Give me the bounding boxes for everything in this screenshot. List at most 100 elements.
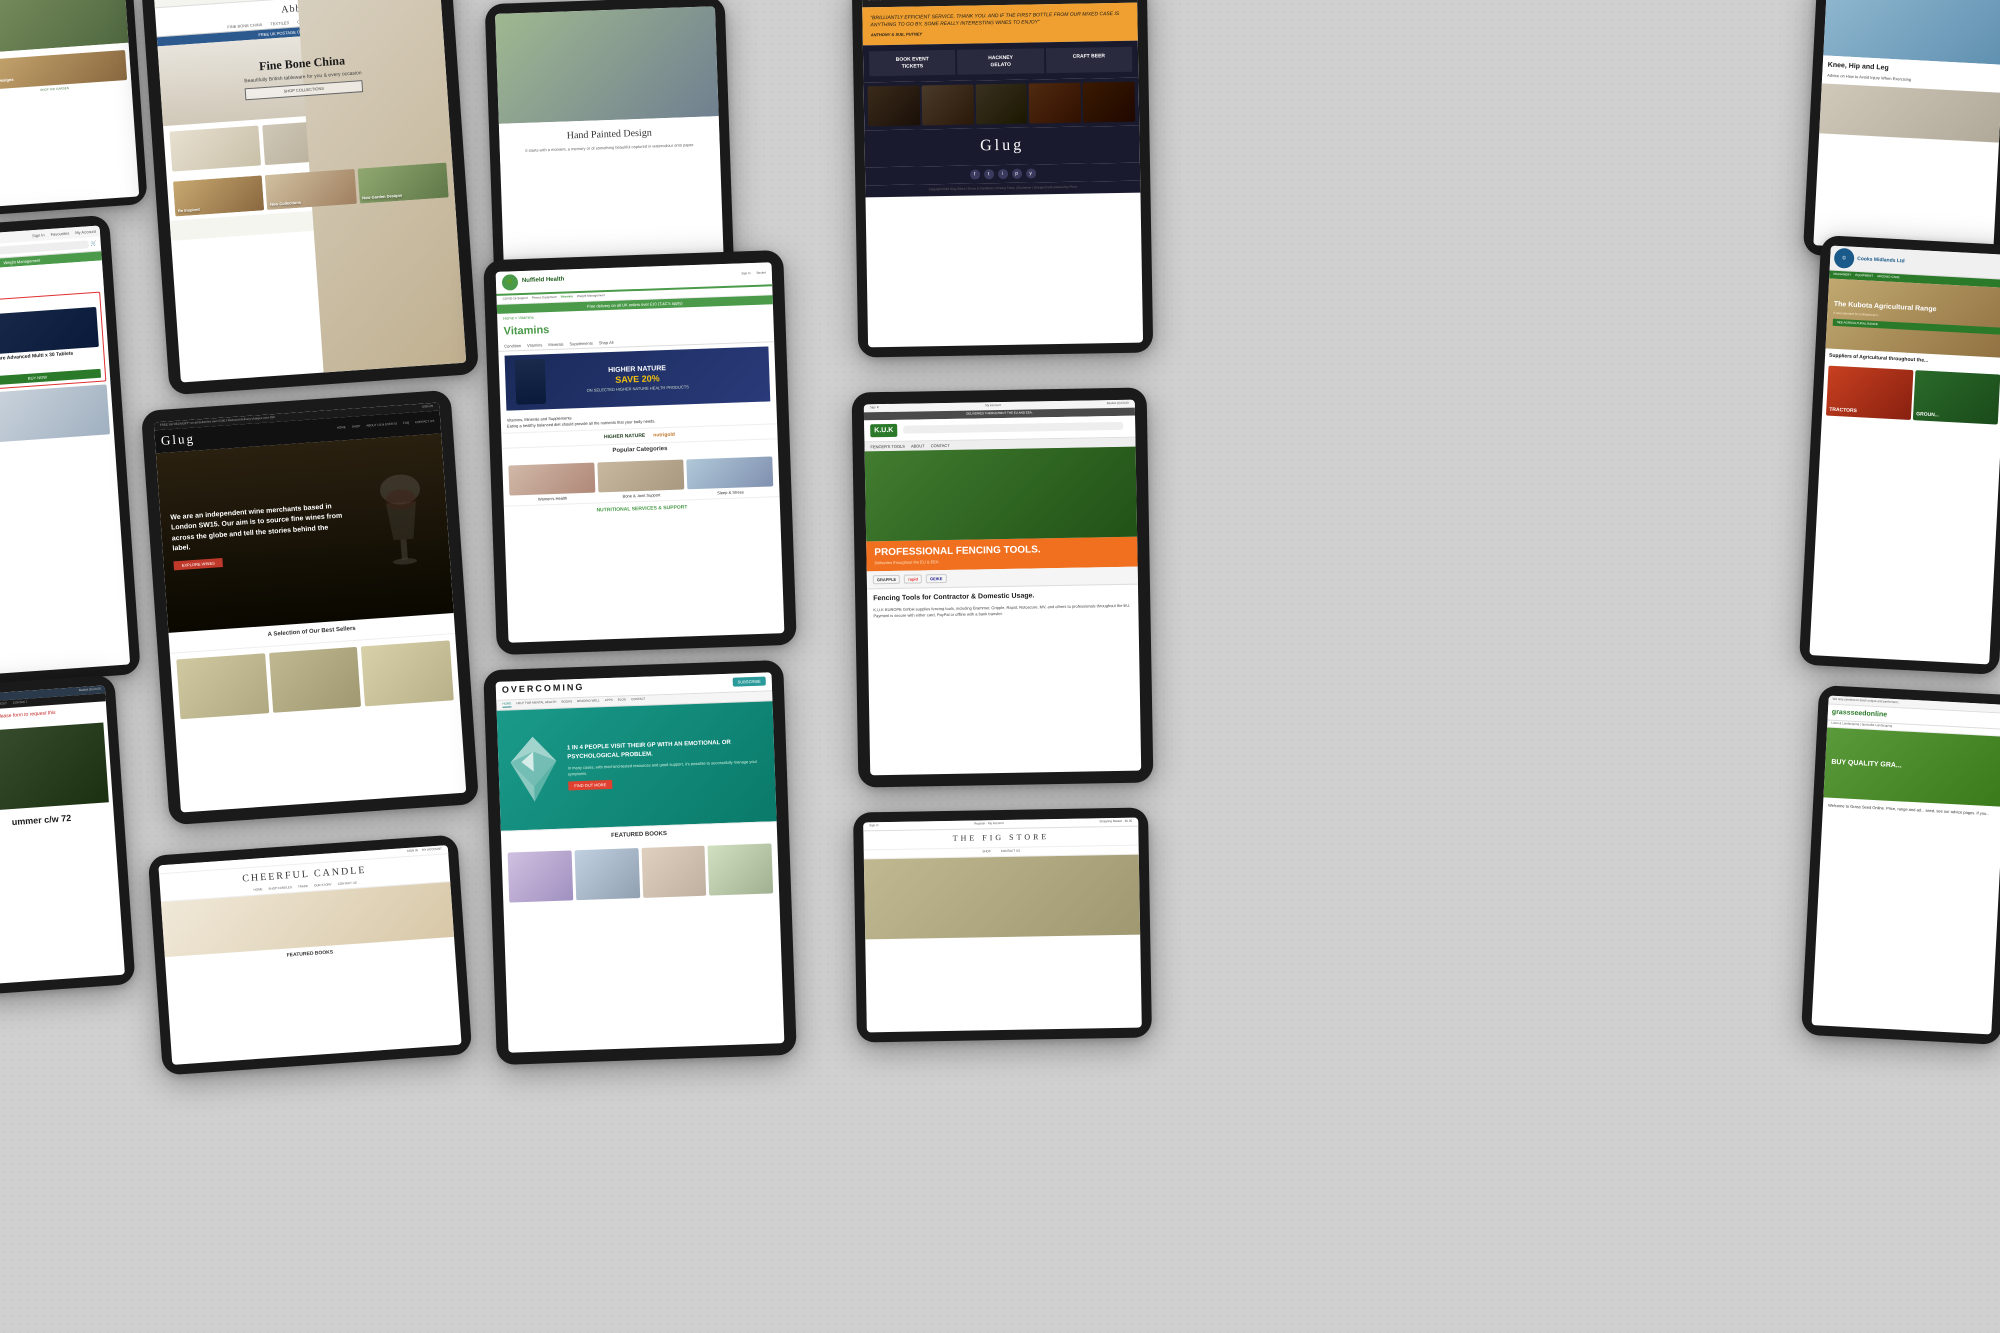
nuffield-tab-supplements[interactable]: Supplements (569, 340, 593, 346)
kuk-nav-tools[interactable]: FENCER'S TOOLS (870, 444, 904, 450)
glug-cat-gelato[interactable]: HACKNEYGELATO (957, 48, 1044, 75)
content-glug-dark-top: DOM, PUTNEY "BRILLIANTLY EFFICIENT SERVI… (862, 0, 1143, 347)
candle-nav-trade[interactable]: TRADE (298, 885, 308, 890)
content-grass-seed: We only combine to stock unique and perf… (1811, 696, 2000, 1035)
overcome-nav-reading[interactable]: READING WELL (577, 699, 600, 705)
figstore-nav-shop[interactable]: SHOP (982, 850, 991, 854)
candle-signin[interactable]: SIGN IN (407, 849, 418, 854)
overcome-nav-contact[interactable]: CONTACT (631, 697, 645, 702)
nuffield-partial-filter-label: Sort by: Default view (0, 265, 99, 280)
nuffield-partial-fav[interactable]: Favourites (50, 231, 69, 237)
nuffield-header-signin[interactable]: Sign In (741, 272, 750, 276)
nuffield-nav-weight[interactable]: Weight Management (577, 294, 605, 299)
screen-kuk-fencing: Sign In My Account Basket (0) £0.00 DELI… (864, 400, 1141, 776)
abbott-menu-textiles[interactable]: TEXTILES (270, 20, 289, 26)
nuffield-banner: HIGHER NATURE SAVE 20% ON SELECTED HIGHE… (505, 346, 771, 410)
nuffield-cat-womens[interactable]: Women's Health (508, 463, 595, 503)
kuk-signin[interactable]: Sign In (870, 406, 879, 410)
cooks-tractor-item-1[interactable]: TRACTORS (1826, 366, 1914, 420)
screen-cooks-midlands: © Cooks Midlands Ltd MACHINERY EQUIPMENT… (1809, 246, 2000, 665)
candle-nav-contact[interactable]: CONTACT US (338, 881, 357, 886)
glug-menu-about[interactable]: ABOUT US & EVENTS (366, 423, 397, 429)
kuk-basket[interactable]: Basket (0) £0.00 (1107, 402, 1129, 406)
glug-instagram-icon[interactable]: i (998, 169, 1008, 179)
overcome-nav-apps[interactable]: APPS (605, 699, 613, 704)
glug-twitter-icon[interactable]: t (984, 169, 994, 179)
figstore-register[interactable]: Register - My Account (974, 822, 1003, 826)
candle-nav-home[interactable]: HOME (253, 888, 262, 893)
cooks-nav-machinery[interactable]: MACHINERY (1833, 273, 1851, 278)
kuk-brand-grapple: GRAPPLE (873, 575, 900, 585)
glug-wine-logo: Glug (160, 431, 195, 450)
overcome-nav-home[interactable]: HOME (502, 702, 511, 707)
glug-facebook-icon[interactable]: f (970, 169, 980, 179)
nuffield-nav-covid[interactable]: COVID-19 Support (503, 297, 528, 302)
partial-top-right-hero (1823, 0, 2000, 65)
overcome-nav-books[interactable]: BOOKS (561, 700, 572, 705)
overcome-logo: OVERCOMING (502, 682, 585, 697)
overcome-nav-blog[interactable]: BLOG (618, 698, 627, 703)
nuffield-nav-vitamins[interactable]: Vitamins (561, 295, 574, 299)
glug-explore-btn[interactable]: EXPLORE WINES (173, 558, 223, 571)
glug-menu-faq[interactable]: FAQ (403, 422, 409, 426)
nuffield-tab-vitamins[interactable]: Vitamins (527, 342, 542, 348)
figstore-basket[interactable]: Shopping Basket - £0.00 (1099, 820, 1132, 824)
content-glug-wine-full: FREE UK DELIVERY* on all deliveries over… (154, 403, 467, 813)
glug-logo: Glug (864, 126, 1140, 168)
glug-menu-contact[interactable]: CONTACT US (415, 420, 434, 425)
nuffield-header-basket[interactable]: Basket (757, 272, 766, 276)
fencers-summer-text: ummer c/w 72 (0, 806, 115, 836)
overcome-nav-help[interactable]: HELP FOR MENTAL HEALTH (516, 701, 556, 707)
glug-cat-beer[interactable]: CRAFT BEER (1046, 47, 1133, 74)
candle-nav-shop[interactable]: SHOP CANDLES (268, 886, 292, 892)
nuffield-partial-signin[interactable]: Sign In (32, 232, 45, 238)
abbott-inspired-2[interactable]: New Collections (265, 169, 357, 210)
device-cooks-midlands: © Cooks Midlands Ltd MACHINERY EQUIPMENT… (1799, 235, 2000, 675)
abbott-inspired-1[interactable]: Be Inspired (173, 175, 265, 216)
glug-product-2 (269, 646, 362, 712)
cooks-tractor-item-2[interactable]: GROUN... (1913, 371, 2000, 425)
device-grass-seed: We only combine to stock unique and perf… (1801, 685, 2000, 1045)
kuk-search-bar[interactable] (903, 422, 1123, 434)
content-cheerful-candle: SIGN IN MY ACCOUNT CHEERFUL CANDLE HOME … (158, 845, 461, 1065)
nuffield-cat-bone[interactable]: Bone & Joint Support (597, 460, 684, 500)
nuffield-partial-basket[interactable]: 🛒 (90, 241, 97, 248)
kuk-nav-about[interactable]: ABOUT (911, 443, 925, 448)
cooks-tractor-label-1: TRACTORS (1829, 407, 1857, 415)
glug-youtube-icon[interactable]: y (1026, 168, 1036, 178)
nuffield-nav-fitness[interactable]: Fitness Equipment (532, 296, 557, 301)
cooks-nav-equip[interactable]: EQUIPMENT (1855, 274, 1873, 279)
fencers-partial-img (0, 723, 109, 812)
abbott-inspired-3[interactable]: New Garden Designs (357, 162, 449, 203)
nuffield-cat-sleep[interactable]: Sleep & Stress (686, 456, 773, 496)
screen-fencers-partial: Sign In Basket (0) £0.00 FENCER'S TOOLS … (0, 685, 125, 984)
glug-wine-hero-text: We are an independent wine merchants bas… (170, 501, 345, 555)
glug-menu-home[interactable]: HOME (337, 426, 346, 431)
kuk-nav-contact[interactable]: CONTACT (931, 443, 950, 449)
fencers-nav-contact[interactable]: CONTACT (13, 701, 28, 706)
glug-menu-shop[interactable]: SHOP (352, 425, 361, 429)
figstore-signin[interactable]: Sign in (869, 824, 878, 828)
glug-cat-tickets[interactable]: BOOK EVENTTICKETS (869, 50, 956, 77)
fencers-basket[interactable]: Basket (0) £0.00 (79, 688, 101, 693)
nuffield-tab-minerals[interactable]: Minerals (548, 341, 563, 347)
kuk-myaccount[interactable]: My Account (985, 404, 1001, 408)
abbott-menu-china[interactable]: FINE BONE CHINA (227, 21, 262, 29)
kuk-desc-text: K.U.K EUROPE GmbH supplies fencing tools… (873, 602, 1132, 619)
nuffield-tab-shopall[interactable]: Shop All (599, 339, 614, 345)
candle-nav-story[interactable]: OUR STORY (314, 883, 332, 888)
nuffield-tab-condition[interactable]: Condition (504, 343, 521, 349)
glug-sign-in[interactable]: SIGN IN (422, 405, 433, 410)
nuffield-partial-account[interactable]: My Account (75, 229, 96, 236)
overcome-subscribe-btn[interactable]: SUBSCRIBE (732, 677, 765, 687)
glug-photo-3 (975, 84, 1027, 125)
content-overcoming: OVERCOMING SUBSCRIBE HOME HELP FOR MENTA… (496, 672, 785, 1052)
cooks-nav-ground[interactable]: GROUND CARE (1877, 275, 1900, 280)
glug-pinterest-icon[interactable]: p (1012, 169, 1022, 179)
overcome-find-out-btn[interactable]: FIND OUT MORE (568, 780, 612, 791)
candle-account[interactable]: MY ACCOUNT (422, 848, 442, 853)
figstore-nav-contact[interactable]: CONTACT US (1001, 850, 1020, 854)
content-fig-store: Sign in Register - My Account Shopping B… (863, 818, 1142, 1033)
fencers-nav-about[interactable]: ABOUT (0, 702, 7, 707)
glug-product-1 (176, 653, 269, 719)
